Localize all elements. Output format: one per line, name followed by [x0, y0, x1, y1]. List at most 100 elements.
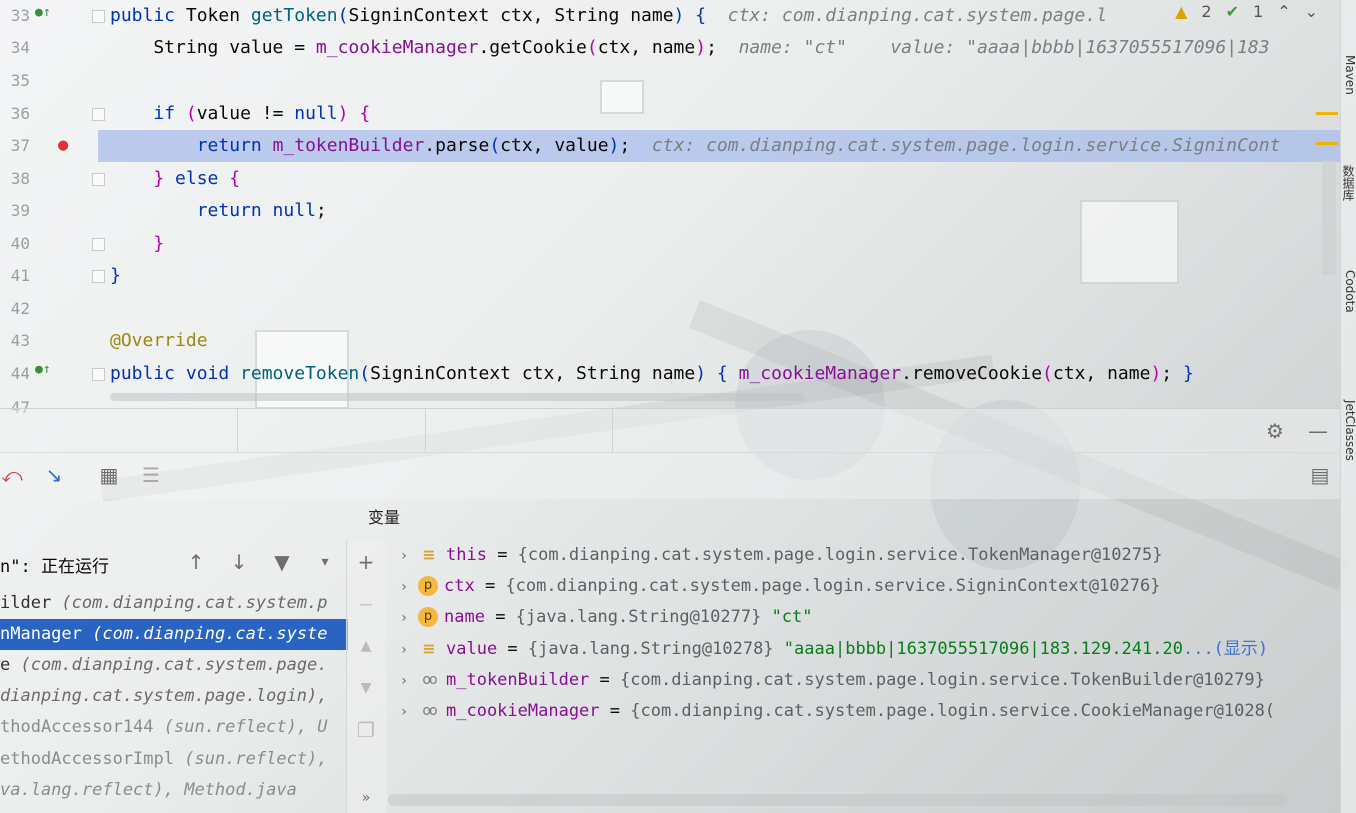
code-line[interactable]: public void removeToken(SigninContext ct… [110, 358, 1194, 390]
warning-marker[interactable] [1316, 142, 1338, 145]
tab-codota[interactable]: Codota [1341, 270, 1356, 313]
code-line[interactable]: } [110, 228, 164, 260]
frame-method: ethodAccessorImpl [0, 749, 185, 769]
editor-horizontal-scrollbar[interactable] [110, 393, 805, 401]
variable-row[interactable]: › p ctx = {com.dianping.cat.system.page.lo… [390, 571, 1340, 602]
right-tool-strip: Maven 数据库 Codota JetClasses [1340, 0, 1356, 813]
code-token: } [110, 265, 121, 286]
tab-jetclasses[interactable]: JetClasses [1341, 400, 1356, 461]
drop-frame-icon[interactable]: ⤺ [0, 463, 24, 487]
move-up-icon[interactable]: ▲ [354, 634, 378, 658]
layout-icon[interactable]: ▤ [1308, 463, 1332, 487]
variable-row[interactable]: › p name = {java.lang.String@10277} "ct" [390, 602, 1340, 633]
implements-icon[interactable]: ●↑ [35, 5, 51, 20]
filter-icon[interactable]: ▼ [270, 550, 294, 574]
arrow-down-icon[interactable]: ↓ [227, 550, 251, 574]
code-token: } [153, 233, 165, 254]
code-token: return null [196, 200, 316, 221]
show-more-link[interactable]: ...(显示) [1183, 639, 1268, 659]
variable-value: "ct" [771, 607, 813, 627]
stack-frame[interactable]: ethodAccessorImpl (sun.reflect), [0, 744, 348, 775]
stack-frame[interactable]: va.lang.reflect), Method.java [0, 775, 348, 806]
breakpoint-icon[interactable]: ● [58, 135, 68, 155]
variable-row[interactable]: › oo m_cookieManager = {com.dianping.cat.s… [390, 696, 1340, 727]
code-token: ctx, name [1052, 363, 1151, 384]
chevron-right-icon[interactable]: › [390, 697, 418, 727]
line-number: 36 [10, 104, 30, 123]
stack-frame[interactable]: e (com.dianping.cat.system.page. [0, 650, 348, 681]
add-icon[interactable]: + [354, 550, 378, 574]
tab-maven[interactable]: Maven [1341, 55, 1356, 95]
gear-icon[interactable]: ⚙ [1263, 419, 1287, 443]
variable-type: {com.dianping.cat.system.page.login.serv… [505, 576, 1161, 596]
code-line[interactable]: String value = m_cookieManager.getCookie… [110, 32, 1270, 64]
remove-icon[interactable]: − [354, 592, 378, 616]
stack-frame[interactable]: nManager (com.dianping.cat.syste [0, 619, 348, 650]
chevron-right-icon[interactable]: › [390, 603, 418, 633]
tab-database[interactable]: 数据库 [1341, 165, 1356, 201]
stack-frame[interactable]: dianping.cat.system.page.login), [0, 681, 348, 712]
chevron-down-icon[interactable]: ▾ [313, 550, 337, 574]
fold-toggle[interactable] [92, 368, 105, 381]
variable-row[interactable]: › oo m_tokenBuilder = {com.dianping.cat.sy… [390, 665, 1340, 696]
field-icon: ≡ [422, 639, 436, 658]
code-line[interactable]: } [110, 260, 121, 292]
variable-type: {com.dianping.cat.system.page.login.serv… [620, 670, 1265, 690]
code-line[interactable]: return null; [110, 195, 327, 227]
chevron-right-icon[interactable]: › [390, 572, 418, 602]
code-line[interactable]: @Override [110, 325, 208, 357]
variables-horizontal-scrollbar[interactable] [388, 794, 1288, 806]
code-line[interactable]: public Token getToken(SigninContext ctx,… [110, 0, 1107, 32]
fold-toggle[interactable] [92, 10, 105, 23]
arrow-up-icon[interactable]: ↑ [184, 550, 208, 574]
fold-toggle[interactable] [92, 173, 105, 186]
implements-icon[interactable]: ●↑ [35, 362, 51, 377]
warning-marker[interactable] [1316, 112, 1338, 115]
stack-frame[interactable]: ilder (com.dianping.cat.system.p [0, 588, 348, 619]
code-line[interactable]: return m_tokenBuilder.parse(ctx, value);… [110, 130, 1281, 162]
thread-selector[interactable]: n": 正在运行 ↑ ↓ ▼ ▾ [0, 548, 346, 578]
code-token: SigninContext ctx, String name [370, 363, 696, 384]
table-icon[interactable]: ▦ [97, 463, 121, 487]
code-token: ( [586, 37, 598, 58]
code-token: ; [1161, 363, 1183, 384]
fold-toggle[interactable] [92, 270, 105, 283]
code-line[interactable]: } else { [110, 163, 240, 195]
inspection-status[interactable]: ▲ 2 ✔ 1 ⌃ ⌄ [1175, 2, 1318, 21]
run-to-cursor-icon[interactable]: ↘ [42, 463, 66, 487]
stack-frame[interactable]: thodAccessor144 (sun.reflect), U [0, 712, 348, 743]
fold-toggle[interactable] [92, 108, 105, 121]
code-line[interactable]: if (value != null) { [110, 98, 370, 130]
editor-vertical-scrollbar[interactable] [1322, 160, 1336, 275]
variable-row[interactable]: › ≡ value = {java.lang.String@10278} "aaaa… [390, 634, 1340, 665]
code-editor[interactable]: 33 public Token getToken(SigninContext ct… [0, 0, 1340, 417]
variable-type: {com.dianping.cat.system.page.login.serv… [517, 545, 1163, 565]
fold-toggle[interactable] [92, 238, 105, 251]
minimize-icon[interactable]: — [1306, 419, 1330, 443]
chevron-down-icon[interactable]: ⌄ [1305, 2, 1318, 21]
equals-sign: = [486, 545, 518, 565]
chevron-right-icon[interactable]: › [390, 635, 418, 665]
trace-icon[interactable]: ☰ [139, 463, 163, 487]
object-icon: oo [422, 672, 437, 688]
line-number: 39 [10, 201, 30, 220]
code-token: .getCookie [478, 37, 587, 58]
code-token: getToken [250, 5, 338, 26]
line-number: 40 [10, 234, 30, 253]
line-number: 43 [10, 331, 30, 350]
more-icon[interactable]: » [354, 786, 378, 810]
move-down-icon[interactable]: ▼ [354, 676, 378, 700]
copy-icon[interactable]: ❐ [354, 718, 378, 742]
variable-row[interactable]: › ≡ this = {com.dianping.cat.system.page.l… [390, 540, 1340, 571]
inline-debug-value: name: "ct" value: "aaaa|bbbb|16370555170… [716, 37, 1270, 58]
frame-method: nManager [0, 624, 93, 644]
frame-package: (com.dianping.cat.system.page. [20, 655, 328, 675]
chevron-up-icon[interactable]: ⌃ [1277, 2, 1290, 21]
chevron-right-icon[interactable]: › [390, 541, 418, 571]
debug-tab-bar: ⚙ — [0, 408, 1340, 453]
variable-name: m_cookieManager [446, 701, 600, 721]
chevron-right-icon[interactable]: › [390, 666, 418, 696]
